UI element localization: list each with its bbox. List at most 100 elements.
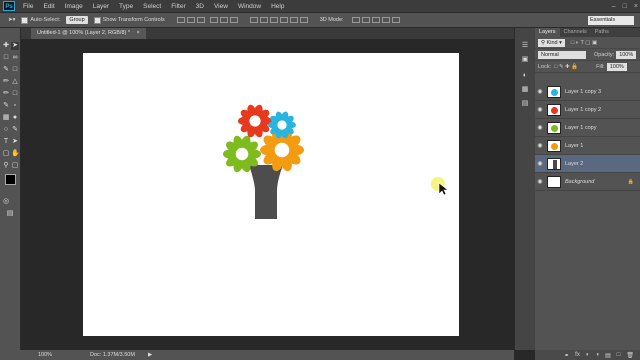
marquee-tool-icon[interactable]: □ [2,54,10,62]
document-canvas[interactable] [83,53,459,336]
lock-icons[interactable]: □ ✎ ✚ 🔒 [554,64,578,70]
tab-channels[interactable]: Channels [560,28,591,37]
menu-3d[interactable]: 3D [191,3,209,10]
distribute-buttons[interactable] [248,17,308,23]
align-top-icon[interactable] [176,17,185,23]
type-tool-icon[interactable]: T [2,138,10,146]
3d-drag-icon[interactable] [371,17,380,23]
layer-name[interactable]: Layer 1 [565,143,583,149]
layer-row[interactable]: ◉ Layer 1 copy 2 [535,101,640,119]
tab-layers[interactable]: Layers [535,28,560,37]
distribute-middle-icon[interactable] [259,17,268,23]
document-tab[interactable]: Untitled-1 @ 100% (Layer 2, RGB/8) * × [31,28,146,39]
align-middle-icon[interactable] [186,17,195,23]
align-buttons[interactable] [175,17,238,23]
visibility-eye-icon[interactable]: ◉ [535,160,545,167]
auto-select-dropdown[interactable]: Group [66,16,88,24]
quick-select-icon[interactable]: ✎ [2,66,10,74]
dodge-tool-icon[interactable]: ○ [2,126,10,134]
distribute-left-icon[interactable] [279,17,288,23]
crop-tool-icon[interactable]: □ [11,66,19,74]
gradient-tool-icon[interactable]: ▦ [2,114,10,122]
fill-field[interactable]: 100% [606,62,627,71]
opacity-field[interactable]: 100% [616,50,637,59]
eraser-tool-icon[interactable]: ▫ [11,102,19,110]
tab-paths[interactable]: Paths [591,28,613,37]
layer-name[interactable]: Layer 1 copy 3 [565,89,601,95]
zoom-tool-icon[interactable]: ⚲ [2,162,10,170]
3d-roll-icon[interactable] [361,17,370,23]
restore-icon[interactable]: □ [623,3,627,10]
layer-name[interactable]: Layer 2 [565,161,583,167]
swatches-panel-icon[interactable]: ▦ [521,86,529,94]
auto-select-checkbox[interactable]: Auto-Select: [21,16,60,24]
foreground-color-swatch[interactable] [5,174,16,185]
menu-layer[interactable]: Layer [88,3,114,10]
distribute-right-icon[interactable] [299,17,308,23]
stamp-tool-icon[interactable]: □ [11,90,19,98]
mask-icon[interactable]: ◐ [586,352,590,358]
fx-icon[interactable]: fx [575,352,580,358]
layer-row[interactable]: ◉ Layer 1 [535,137,640,155]
screen-mode-icon[interactable]: ▤ [6,210,14,218]
link-layers-icon[interactable]: ⚭ [564,352,569,359]
history-brush-icon[interactable]: ✎ [2,102,10,110]
blend-mode-dropdown[interactable]: Normal [538,50,586,59]
workspace-switcher[interactable]: Essentials [588,16,634,25]
minimize-icon[interactable]: – [612,3,616,10]
menu-file[interactable]: File [18,3,38,10]
filter-icons[interactable]: □ ◐ T ▢ ▣ [571,40,597,46]
align-left-icon[interactable] [209,17,218,23]
lasso-tool-icon[interactable]: ∞ [11,54,19,62]
hand-tool-icon[interactable]: ✋ [11,150,20,158]
close-icon[interactable]: × [634,3,638,10]
path-select-icon[interactable]: ➤ [11,138,19,146]
layer-row[interactable]: ◉ Layer 1 copy 3 [535,83,640,101]
color-panel-icon[interactable]: ◐ [521,72,529,80]
move-tool-icon[interactable]: ✚ [2,42,10,50]
shape-tool-icon[interactable]: ▢ [2,150,10,158]
pen-tool-icon[interactable]: ✎ [11,126,19,134]
new-group-icon[interactable]: ▤ [605,352,611,359]
adjustment-layer-icon[interactable]: ◑ [595,352,599,358]
align-bottom-icon[interactable] [196,17,205,23]
menu-image[interactable]: Image [60,3,88,10]
status-menu-arrow-icon[interactable]: ▶ [148,350,152,360]
align-right-icon[interactable] [229,17,238,23]
layer-row[interactable]: ◉ Layer 1 copy [535,119,640,137]
menu-window[interactable]: Window [233,3,266,10]
align-center-icon[interactable] [219,17,228,23]
layer-row[interactable]: ◉ Layer 2 [535,155,640,173]
adjustments-panel-icon[interactable]: ▤ [521,100,529,108]
quick-mask-icon[interactable]: ◎ [2,198,10,206]
menu-type[interactable]: Type [114,3,138,10]
eyedropper-icon[interactable]: ✏ [2,78,10,86]
3d-mode-buttons[interactable] [350,17,400,23]
delete-layer-icon[interactable]: 🗑 [626,352,634,359]
distribute-center-icon[interactable] [289,17,298,23]
move-tool-preset-icon[interactable]: ➤▾ [8,17,15,23]
visibility-eye-icon[interactable]: ◉ [535,142,545,149]
visibility-eye-icon[interactable]: ◉ [535,88,545,95]
healing-brush-icon[interactable]: △ [11,78,19,86]
3d-slide-icon[interactable] [381,17,390,23]
layer-name[interactable]: Layer 1 copy 2 [565,107,601,113]
3d-scale-icon[interactable] [391,17,400,23]
menu-select[interactable]: Select [138,3,166,10]
document-close-icon[interactable]: × [137,30,140,36]
zoom-level[interactable]: 100% [38,350,52,360]
new-layer-icon[interactable]: □ [617,352,621,358]
distribute-bottom-icon[interactable] [269,17,278,23]
visibility-eye-icon[interactable]: ◉ [535,178,545,185]
menu-filter[interactable]: Filter [166,3,190,10]
3d-tool-icon[interactable]: ▢ [11,162,19,170]
kind-filter-dropdown[interactable]: ⚲ Kind ▾ [538,38,565,47]
visibility-eye-icon[interactable]: ◉ [535,106,545,113]
3d-rotate-icon[interactable] [351,17,360,23]
brush-tool-icon[interactable]: ✏ [2,90,10,98]
history-panel-icon[interactable]: ☰ [521,42,529,50]
menu-help[interactable]: Help [266,3,289,10]
show-transform-checkbox[interactable]: Show Transform Controls [93,16,165,24]
blur-tool-icon[interactable]: ● [11,114,19,122]
distribute-top-icon[interactable] [249,17,258,23]
